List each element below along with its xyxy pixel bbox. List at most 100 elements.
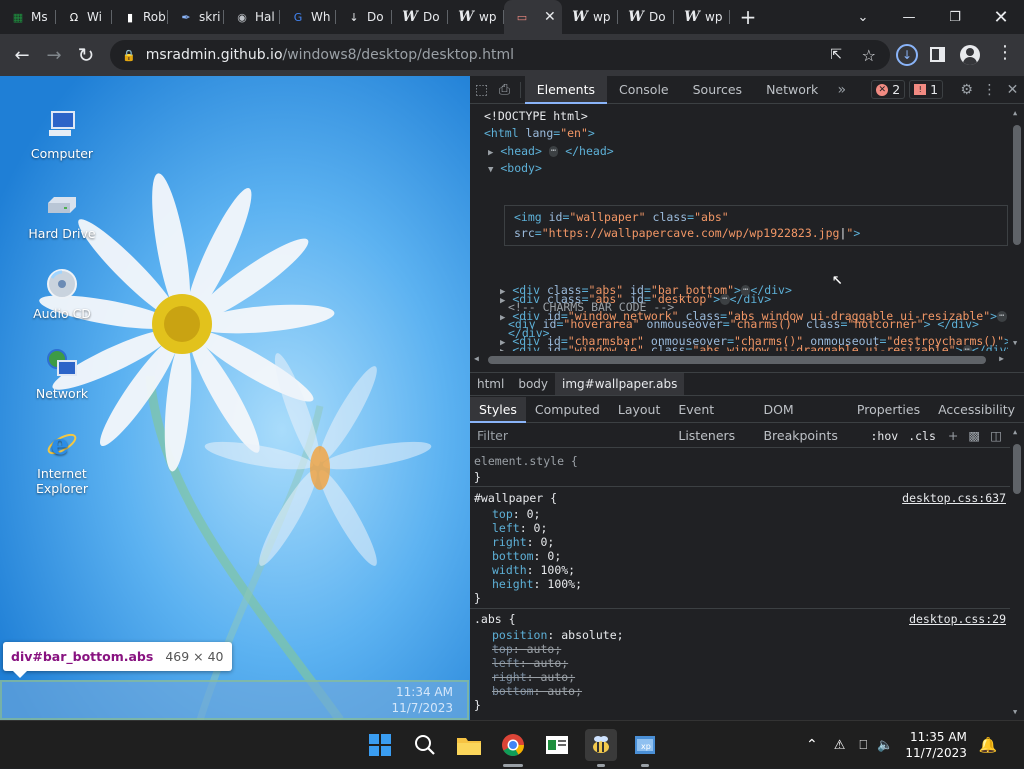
- more-tabs-icon[interactable]: »: [830, 82, 853, 98]
- dom-line-hoverarea[interactable]: <div id="hoverarea" onmouseover="charms(…: [508, 316, 979, 333]
- devtools-menu-icon[interactable]: ⋮: [978, 82, 1001, 98]
- style-tab-computed[interactable]: Computed: [526, 397, 609, 423]
- wallpaper-source-link[interactable]: desktop.css:637: [902, 491, 1006, 505]
- dom-line-doctype[interactable]: <!DOCTYPE html>: [484, 108, 588, 125]
- desktop-icon-network[interactable]: Network: [20, 348, 104, 401]
- style-tab-dom-breakpoints[interactable]: DOM Breakpoints: [754, 397, 847, 443]
- styles-scrollbar[interactable]: ▲ ▼: [1010, 424, 1024, 720]
- desktop-icon-hard-drive[interactable]: Hard Drive: [20, 188, 104, 241]
- abs-source-link[interactable]: desktop.css:29: [909, 612, 1006, 626]
- download-icon[interactable]: ↓: [896, 44, 918, 66]
- windows-start-icon[interactable]: [364, 729, 396, 761]
- cls-toggle[interactable]: .cls: [908, 429, 936, 443]
- style-tab-event-listeners[interactable]: Event Listeners: [669, 397, 754, 443]
- tab-6[interactable]: ↓ Do: [336, 0, 392, 34]
- desktop-icon-internet-explorer[interactable]: e Internet Explorer: [20, 428, 104, 496]
- display-icon[interactable]: ⎕: [859, 738, 867, 753]
- device-toolbar-icon[interactable]: ⎙: [493, 82, 516, 98]
- dom-line-img-wallpaper[interactable]: <img id="wallpaper" class="abs" src="http…: [514, 209, 860, 241]
- tab-9[interactable]: ▭ ✕: [504, 0, 562, 34]
- css-prop-top-overridden[interactable]: top: auto;: [492, 642, 561, 656]
- app-window-icon[interactable]: [541, 729, 573, 761]
- crumb-body[interactable]: body: [511, 377, 555, 391]
- maximize-button[interactable]: ❐: [932, 0, 978, 34]
- tab-5[interactable]: G Wh: [280, 0, 336, 34]
- minimize-button[interactable]: —: [886, 0, 932, 34]
- css-prop-bottom-overridden[interactable]: bottom: auto;: [492, 684, 582, 698]
- tab-search-icon[interactable]: ⌄: [840, 0, 886, 34]
- tab-0[interactable]: ▦ Ms: [0, 0, 56, 34]
- reload-button[interactable]: ↻: [70, 39, 102, 71]
- tab-network[interactable]: Network: [754, 76, 830, 104]
- style-tab-styles[interactable]: Styles: [470, 396, 526, 423]
- tab-10[interactable]: Wwp: [562, 0, 618, 34]
- tab-elements[interactable]: Elements: [524, 75, 607, 104]
- back-button[interactable]: ←: [6, 39, 38, 71]
- dom-line-html[interactable]: <html lang="en">: [484, 125, 595, 142]
- chrome-icon[interactable]: [497, 729, 529, 767]
- crumb-img[interactable]: img#wallpaper.abs: [555, 373, 685, 395]
- css-prop-height[interactable]: height: 100%;: [492, 577, 582, 591]
- abs-selector[interactable]: .abs {: [474, 612, 516, 626]
- element-style-selector[interactable]: element.style {: [474, 454, 578, 468]
- styles-filter-input[interactable]: Filter: [477, 428, 870, 443]
- side-panel-icon[interactable]: [930, 47, 945, 62]
- css-prop-top[interactable]: top: 0;: [492, 507, 540, 521]
- dom-scrollbar[interactable]: ▲ ▼: [1010, 105, 1024, 351]
- wallpaper-selector[interactable]: #wallpaper {: [474, 491, 557, 505]
- tab-1[interactable]: Ω Wi: [56, 0, 112, 34]
- tab-12[interactable]: Wwp: [674, 0, 730, 34]
- error-counter[interactable]: ✕ 2: [871, 80, 906, 99]
- css-prop-left-overridden[interactable]: left: auto;: [492, 656, 568, 670]
- address-bar[interactable]: 🔒 msradmin.github.io/windows8/desktop/de…: [110, 40, 890, 70]
- tab-3[interactable]: ✒ skri: [168, 0, 224, 34]
- file-explorer-icon[interactable]: [453, 729, 485, 761]
- new-rule-icon[interactable]: +: [948, 428, 958, 443]
- issues-counter[interactable]: ! 1: [909, 80, 944, 99]
- notification-bell-icon[interactable]: 🔔: [979, 736, 998, 754]
- share-icon[interactable]: ⇱: [830, 47, 842, 63]
- paint-icon[interactable]: ▩: [968, 428, 980, 443]
- style-tab-accessibility[interactable]: Accessibility: [929, 397, 1024, 423]
- css-prop-position[interactable]: position: absolute;: [492, 628, 624, 642]
- xp-app-icon[interactable]: xp: [629, 729, 661, 767]
- desktop-icon-computer[interactable]: Computer: [20, 108, 104, 161]
- style-tab-layout[interactable]: Layout: [609, 397, 670, 423]
- css-prop-left[interactable]: left: 0;: [492, 521, 547, 535]
- profile-avatar[interactable]: [960, 45, 980, 65]
- dom-line-bar-bottom-visible[interactable]: ▶ <div class="abs" id="bar_bottom"> ⋯ </di…: [500, 282, 792, 299]
- menu-kebab-icon[interactable]: ⋮: [996, 42, 1014, 63]
- style-tab-properties[interactable]: Properties: [848, 397, 929, 423]
- close-devtools-icon[interactable]: ✕: [1001, 82, 1024, 98]
- dom-line-comment[interactable]: <!-- CHARMS BAR CODE -->: [508, 299, 674, 316]
- sidebar-toggle-icon[interactable]: ◫: [990, 428, 1002, 443]
- tab-2[interactable]: ▮ Rob: [112, 0, 168, 34]
- new-tab-button[interactable]: +: [730, 0, 766, 34]
- tab-4[interactable]: ◉ Hal: [224, 0, 280, 34]
- settings-gear-icon[interactable]: ⚙: [955, 82, 978, 98]
- css-prop-right-overridden[interactable]: right: auto;: [492, 670, 575, 684]
- tab-7[interactable]: W Do: [392, 0, 448, 34]
- tab-sources[interactable]: Sources: [681, 76, 754, 104]
- crumb-html[interactable]: html: [470, 377, 511, 391]
- close-window-button[interactable]: ✕: [978, 0, 1024, 34]
- volume-muted-icon[interactable]: 🔈: [877, 738, 893, 753]
- css-prop-width[interactable]: width: 100%;: [492, 563, 575, 577]
- tab-8[interactable]: Wwp: [448, 0, 504, 34]
- search-icon[interactable]: [409, 729, 441, 761]
- inspect-element-icon[interactable]: ⬚: [470, 82, 493, 98]
- hov-toggle[interactable]: :hov: [870, 429, 898, 443]
- dom-line-charmsbar[interactable]: ▶ <div id="charmsbar" onmouseover="charm…: [500, 333, 1008, 351]
- dom-line-body[interactable]: ▼ <body>: [488, 160, 542, 179]
- dom-hscrollbar[interactable]: ◀ ▶: [470, 353, 1008, 367]
- bee-app-icon[interactable]: [585, 729, 617, 767]
- forward-button[interactable]: →: [38, 39, 70, 71]
- css-prop-right[interactable]: right: 0;: [492, 535, 554, 549]
- desktop-icon-audio-cd[interactable]: Audio CD: [20, 268, 104, 321]
- close-tab-icon[interactable]: ✕: [544, 9, 556, 25]
- tray-chevron-up-icon[interactable]: ⌃: [806, 737, 818, 753]
- network-offline-icon[interactable]: ⚠: [834, 738, 846, 753]
- tab-console[interactable]: Console: [607, 76, 681, 104]
- bookmark-star-icon[interactable]: ☆: [862, 46, 876, 65]
- css-prop-bottom[interactable]: bottom: 0;: [492, 549, 561, 563]
